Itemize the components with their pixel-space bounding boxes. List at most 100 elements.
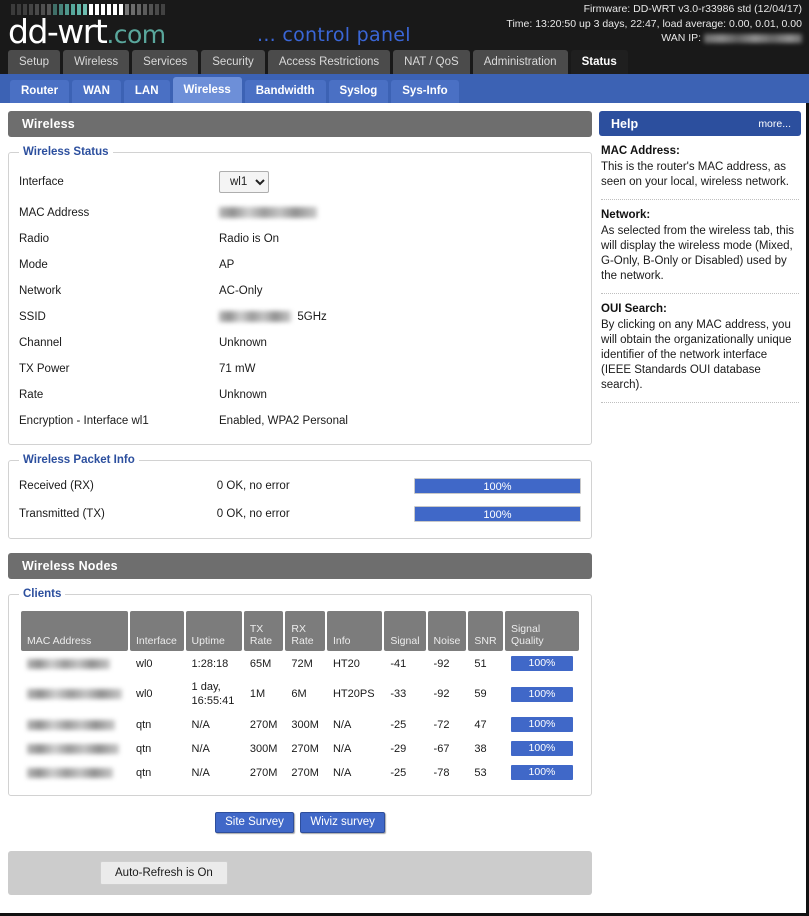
client-signal: -29	[390, 742, 407, 755]
client-tx-rate: 300M	[249, 742, 278, 755]
main-tab-administration[interactable]: Administration	[472, 50, 568, 74]
survey-button-row: Site Survey Wiviz survey	[8, 812, 592, 833]
main-tab-status[interactable]: Status	[570, 50, 628, 74]
client-signal: -25	[390, 718, 407, 731]
clients-fieldset: Clients MAC Address Interface Uptime TX Rat…	[8, 588, 592, 796]
clients-col-rx-rate: RX Rate	[285, 611, 325, 651]
help-more-link[interactable]: more...	[758, 118, 791, 130]
client-noise: -78	[433, 766, 450, 779]
main-tab-setup[interactable]: Setup	[8, 50, 61, 74]
clients-col-snr: SNR	[468, 611, 503, 651]
interface-label: Interface	[19, 176, 64, 188]
packet-info-fieldset: Wireless Packet Info Received (RX) 0 OK, …	[8, 454, 592, 539]
client-signal-quality-bar: 100%	[510, 656, 573, 671]
client-rx-rate: 6M	[291, 688, 307, 700]
client-mac-redacted	[27, 719, 115, 730]
rate-label: Rate	[19, 389, 44, 401]
main-tab-wireless[interactable]: Wireless	[63, 50, 130, 74]
client-signal: -41	[390, 657, 407, 670]
help-divider	[601, 402, 799, 403]
clients-table-body: wl0 1:28:18 65M 72M HT20 -41 -92 51 100% wl0 1 day…	[21, 652, 579, 784]
client-noise: -67	[433, 742, 450, 755]
help-column: Help more... MAC Address: This is the rou…	[599, 111, 801, 913]
client-rx-rate: 72M	[291, 657, 313, 670]
mac-address-redacted	[219, 207, 317, 219]
led-tick	[149, 4, 153, 15]
firmware-line: Firmware: DD-WRT v3.0-r33986 std (12/04/…	[583, 3, 802, 15]
sub-tab-wireless[interactable]: Wireless	[172, 77, 242, 103]
help-content: MAC Address: This is the router's MAC add…	[599, 136, 801, 403]
help-text-mac-address: This is the router's MAC address, as see…	[601, 161, 789, 188]
client-mac-address[interactable]	[21, 713, 128, 736]
sub-tab-wan[interactable]: WAN	[72, 80, 121, 103]
client-signal-quality-bar: 100%	[510, 765, 573, 780]
client-interface: wl0	[136, 688, 153, 700]
clients-col-mac-address: MAC Address	[21, 611, 128, 651]
wiviz-survey-button[interactable]: Wiviz survey	[300, 812, 385, 833]
client-info: N/A	[332, 718, 352, 731]
table-row: wl0 1 day, 16:55:41 1M 6M HT20PS -33 -92 59 100%	[21, 676, 579, 712]
channel-label: Channel	[19, 337, 62, 349]
channel-value: Unknown	[219, 337, 267, 349]
client-rx-rate: 270M	[291, 766, 319, 779]
transmitted-tx-bar-cell: 100%	[414, 500, 581, 528]
client-snr: 38	[474, 742, 487, 755]
main-tab-nat-qos[interactable]: NAT / QoS	[393, 50, 470, 74]
help-header: Help more...	[599, 111, 801, 136]
client-snr: 59	[474, 688, 487, 700]
wordmark-main: dd-wrt	[8, 12, 108, 48]
client-signal-quality-cell: 100%	[505, 713, 579, 736]
status-row-tx-power: TX Power 71 mW	[19, 356, 581, 382]
client-mac-address[interactable]	[21, 676, 128, 712]
client-signal-quality-cell: 100%	[505, 676, 579, 712]
help-divider	[601, 293, 799, 294]
status-row-mac-address: MAC Address	[19, 200, 581, 226]
clients-table-head: MAC Address Interface Uptime TX Rate RX Rate…	[21, 611, 579, 651]
client-mac-address[interactable]	[21, 737, 128, 760]
led-tick	[125, 4, 129, 15]
tx-power-label: TX Power	[19, 363, 70, 375]
auto-refresh-button[interactable]: Auto-Refresh is On	[100, 861, 228, 885]
client-signal: -33	[390, 688, 407, 700]
wordmark-suffix: .com	[106, 20, 166, 48]
sub-tab-lan[interactable]: LAN	[123, 80, 170, 103]
clients-col-interface: Interface	[130, 611, 184, 651]
main-tab-access-restrictions[interactable]: Access Restrictions	[267, 50, 391, 74]
top-banner: dd-wrt.com ... control panel Firmware: D…	[0, 0, 809, 48]
client-mac-redacted	[27, 689, 122, 700]
sub-tab-sys-info[interactable]: Sys-Info	[391, 80, 459, 103]
client-uptime: 1:28:18	[191, 657, 229, 670]
client-interface: qtn	[136, 718, 152, 731]
client-rx-rate: 270M	[291, 742, 319, 755]
led-tick	[161, 4, 165, 15]
client-interface: qtn	[136, 742, 152, 755]
help-text-network: As selected from the wireless tab, this …	[601, 225, 795, 282]
client-tx-rate: 270M	[249, 718, 278, 731]
sub-tab-syslog[interactable]: Syslog	[328, 80, 389, 103]
main-tab-security[interactable]: Security	[201, 50, 265, 74]
client-rx-rate: 300M	[291, 718, 319, 731]
status-row-interface: Interface wl0wl1	[19, 164, 581, 200]
sub-tab-bandwidth[interactable]: Bandwidth	[244, 80, 326, 103]
led-tick	[137, 4, 141, 15]
wireless-nodes-section-header: Wireless Nodes	[8, 553, 592, 579]
sub-tab-router[interactable]: Router	[10, 80, 70, 103]
received-rx-status: 0 OK, no error	[216, 480, 290, 492]
client-mac-address[interactable]	[21, 761, 128, 784]
main-tab-services[interactable]: Services	[132, 50, 199, 74]
transmitted-tx-status: 0 OK, no error	[216, 508, 290, 520]
system-info: Firmware: DD-WRT v3.0-r33986 std (12/04/…	[506, 2, 802, 46]
site-survey-button[interactable]: Site Survey	[215, 812, 294, 833]
client-signal-quality-bar: 100%	[510, 686, 573, 702]
client-mac-address[interactable]	[21, 652, 128, 675]
client-uptime: N/A	[191, 742, 210, 755]
mac-address-value[interactable]	[219, 200, 581, 226]
clients-legend: Clients	[23, 588, 62, 600]
clients-col-info: Info	[326, 611, 383, 651]
client-tx-rate: 1M	[249, 688, 266, 700]
status-row-ssid: SSID 5GHz	[19, 304, 581, 330]
status-row-mode: Mode AP	[19, 252, 581, 278]
client-signal-quality-bar: 100%	[510, 717, 573, 732]
status-row-channel: Channel Unknown	[19, 330, 581, 356]
interface-select[interactable]: wl0wl1	[219, 171, 269, 193]
